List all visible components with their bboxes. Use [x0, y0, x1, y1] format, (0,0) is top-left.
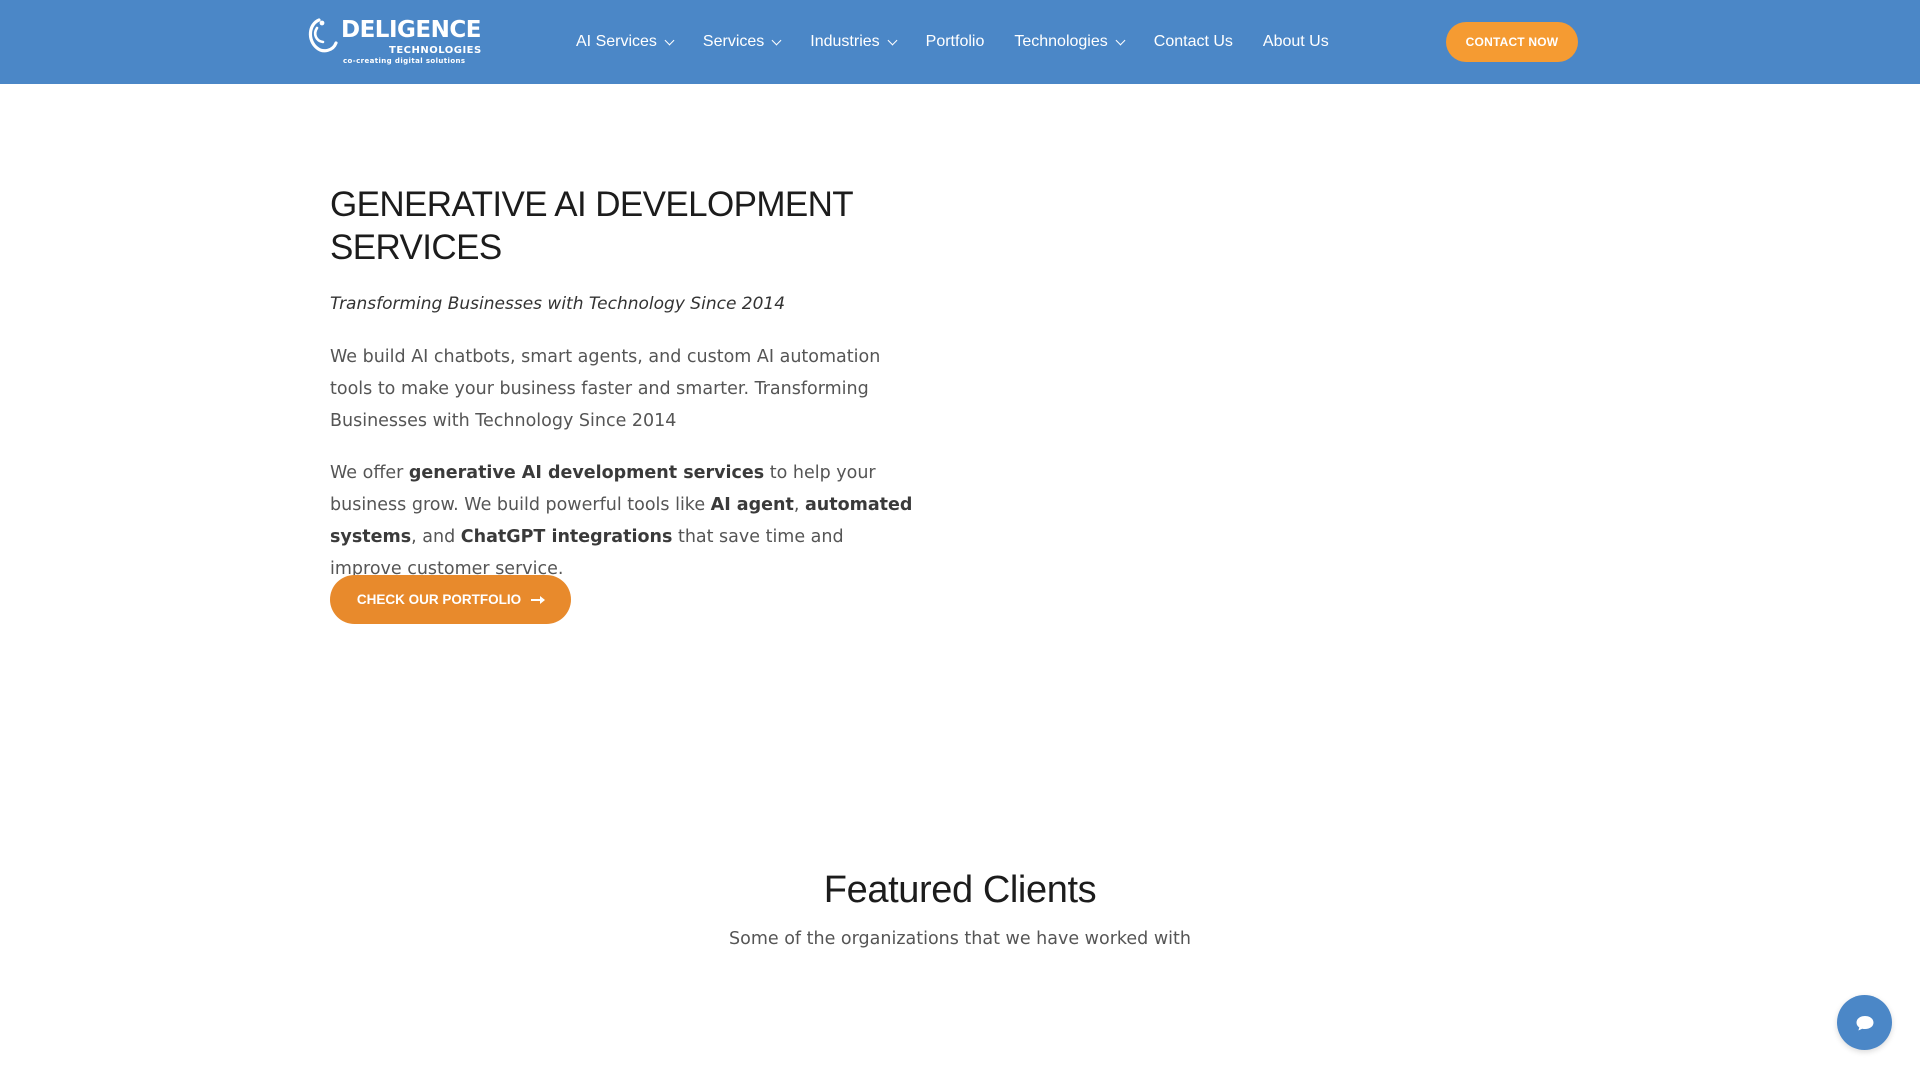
- logo-swirl-icon: [308, 18, 338, 53]
- offer-text: ,: [793, 495, 805, 515]
- featured-clients-subtitle: Some of the organizations that we have w…: [729, 929, 1191, 949]
- brand-tagline: co-creating digital solutions: [343, 57, 466, 65]
- featured-clients-title: Featured Clients: [823, 869, 1097, 911]
- nav-item-services[interactable]: Services: [702, 33, 782, 51]
- check-portfolio-button[interactable]: CHECK OUR PORTFOLIO: [330, 575, 571, 624]
- hero-intro-paragraph: We build AI chatbots, smart agents, and …: [330, 347, 881, 431]
- chevron-down-icon: [664, 35, 675, 45]
- nav-item-industries[interactable]: Industries: [810, 33, 898, 51]
- chevron-down-icon: [1115, 35, 1126, 45]
- nav-item-contact-us[interactable]: Contact Us: [1154, 33, 1233, 51]
- chevron-down-icon: [887, 35, 898, 45]
- nav-item-technologies[interactable]: Technologies: [1014, 33, 1126, 51]
- brand-logo[interactable]: DELIGENCE TECHNOLOGIES co-creating digit…: [305, 14, 481, 70]
- nav-item-about-us[interactable]: About Us: [1263, 33, 1329, 51]
- hero-tagline: Transforming Businesses with Technology …: [330, 294, 786, 314]
- offer-highlight: AI agent: [710, 495, 794, 515]
- nav-item-label: Industries: [810, 33, 880, 50]
- hero-title: GENERATIVE AI DEVELOPMENT SERVICES: [330, 185, 853, 267]
- brand-sub: TECHNOLOGIES: [389, 45, 482, 56]
- hero-offer-paragraph: We offer generative AI development servi…: [330, 457, 920, 585]
- arrow-right-icon: [531, 595, 546, 604]
- chevron-down-icon: [771, 35, 782, 45]
- offer-text: , and: [411, 527, 461, 547]
- nav-item-label: About Us: [1262, 33, 1329, 50]
- nav-item-label: AI Services: [576, 33, 657, 50]
- contact-now-button[interactable]: CONTACT NOW: [1446, 22, 1578, 62]
- brand-name: DELIGENCE: [341, 17, 481, 43]
- offer-text: We offer: [330, 463, 409, 483]
- chat-widget-button[interactable]: [1837, 995, 1892, 1050]
- nav-item-label: Portfolio: [925, 33, 985, 50]
- nav-item-label: Technologies: [1014, 33, 1108, 50]
- main-nav: AI Services Services Industries Portfoli…: [576, 0, 1359, 84]
- check-portfolio-label: CHECK OUR PORTFOLIO: [356, 592, 522, 607]
- site-header: DELIGENCE TECHNOLOGIES co-creating digit…: [0, 0, 1920, 84]
- nav-item-ai-services[interactable]: AI Services: [576, 33, 675, 51]
- offer-highlight: ChatGPT integrations: [460, 527, 673, 547]
- nav-item-portfolio[interactable]: Portfolio: [926, 33, 985, 51]
- nav-item-label: Services: [702, 33, 765, 50]
- offer-highlight: generative AI development services: [408, 463, 765, 483]
- chat-bubble-icon: [1856, 1015, 1873, 1030]
- nav-item-label: Contact Us: [1153, 33, 1233, 50]
